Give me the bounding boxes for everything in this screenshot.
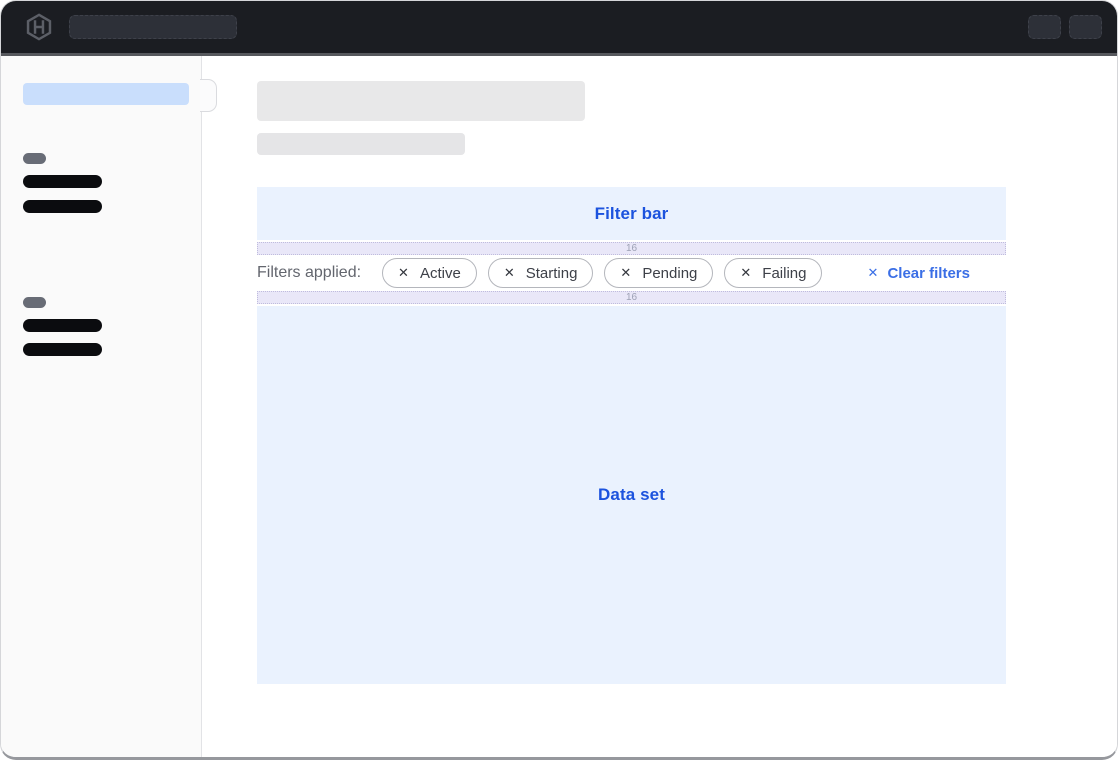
sidebar-selected-item-placeholder[interactable] bbox=[23, 83, 189, 105]
filter-tag-label: Failing bbox=[762, 265, 806, 282]
topbar-action-placeholder-2[interactable] bbox=[1069, 15, 1102, 39]
clear-filters-label: Clear filters bbox=[887, 265, 970, 282]
remove-icon: ✕ bbox=[398, 265, 409, 281]
remove-icon: ✕ bbox=[740, 265, 751, 281]
spacing-annotation-16: 16 bbox=[257, 242, 1006, 255]
sidebar-item-placeholder[interactable] bbox=[23, 200, 102, 213]
sidebar-section-label-placeholder bbox=[23, 153, 46, 164]
sidebar-item-placeholder[interactable] bbox=[23, 319, 102, 332]
filter-tag-label: Starting bbox=[526, 265, 578, 282]
app-window: Filter bar 16 Filters applied: ✕ Active … bbox=[0, 0, 1118, 760]
spacing-value: 16 bbox=[626, 293, 637, 303]
filter-demo-stack: Filter bar 16 Filters applied: ✕ Active … bbox=[257, 187, 1006, 684]
filters-applied-label: Filters applied: bbox=[257, 264, 361, 282]
body-row: Filter bar 16 Filters applied: ✕ Active … bbox=[1, 56, 1117, 757]
filter-tag-failing[interactable]: ✕ Failing bbox=[724, 258, 822, 288]
hashicorp-logo-icon bbox=[25, 13, 53, 41]
applied-filters-row: Filters applied: ✕ Active ✕ Starting ✕ P… bbox=[257, 257, 1006, 289]
remove-icon: ✕ bbox=[620, 265, 631, 281]
filter-tag-pending[interactable]: ✕ Pending bbox=[604, 258, 713, 288]
sidebar-item-placeholder[interactable] bbox=[23, 175, 102, 188]
filter-bar-region: Filter bar bbox=[257, 187, 1006, 240]
sidebar bbox=[1, 56, 202, 757]
data-set-region-label: Data set bbox=[598, 485, 665, 505]
spacing-value: 16 bbox=[626, 244, 637, 254]
top-nav-bar bbox=[1, 1, 1117, 56]
page-subtitle-placeholder bbox=[257, 133, 465, 155]
topbar-action-placeholder-1[interactable] bbox=[1028, 15, 1061, 39]
topbar-actions bbox=[1028, 15, 1102, 39]
filter-tag-active[interactable]: ✕ Active bbox=[382, 258, 477, 288]
sidebar-item-placeholder[interactable] bbox=[23, 343, 102, 356]
remove-icon: ✕ bbox=[504, 265, 515, 281]
spacing-annotation-16: 16 bbox=[257, 291, 1006, 304]
filter-tag-label: Active bbox=[420, 265, 461, 282]
filter-tag-starting[interactable]: ✕ Starting bbox=[488, 258, 594, 288]
data-set-region: Data set bbox=[257, 306, 1006, 684]
main-content: Filter bar 16 Filters applied: ✕ Active … bbox=[202, 56, 1117, 757]
filter-bar-region-label: Filter bar bbox=[595, 204, 669, 224]
sidebar-collapse-handle[interactable] bbox=[200, 79, 217, 112]
clear-filters-link[interactable]: ✕ Clear filters bbox=[868, 265, 970, 282]
clear-icon: ✕ bbox=[868, 265, 879, 281]
filter-tag-label: Pending bbox=[642, 265, 697, 282]
page-title-placeholder bbox=[257, 81, 585, 121]
sidebar-section-label-placeholder bbox=[23, 297, 46, 308]
nav-search-placeholder[interactable] bbox=[69, 15, 237, 39]
